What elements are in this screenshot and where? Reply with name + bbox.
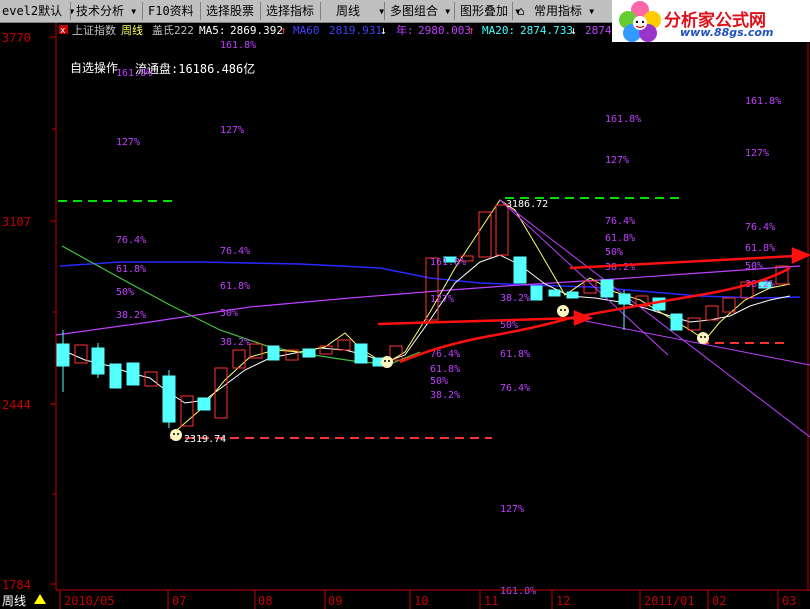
svg-text:50%: 50% [220,308,238,319]
toolbar-item-select-indicator[interactable]: 选择指标 [264,1,314,21]
float-cap-label: 流通盘:16186.486亿 [135,61,255,76]
x-tick-label: 08 [258,594,272,608]
toolbar-item-layout[interactable]: evel2默认 ▼ [0,1,76,21]
price-chart[interactable]: 3770 3107 2444 1784 x 上证指数 周线 盖氏222 MA5:… [0,0,810,609]
flower-logo-icon [619,1,661,42]
svg-text:50%: 50% [116,287,134,298]
svg-text:↑: ↑ [468,24,475,37]
x-tick-label: 10 [414,594,428,608]
indicator-name: 盖氏222 [152,23,194,37]
svg-text:61.8%: 61.8% [745,243,775,254]
y-tick-label: 3770 [2,31,31,45]
toolbar-item-common-indicator[interactable]: 常用指标 ▼ [532,1,596,21]
svg-text:76.4%: 76.4% [605,216,635,227]
smiley-icon [170,429,182,441]
x-tick-label: 03 [782,594,796,608]
svg-text:50%: 50% [500,320,518,331]
svg-text:50%: 50% [745,261,763,272]
y-tick-label: 1784 [2,578,31,592]
smiley-icon [381,356,393,368]
svg-text:↓: ↓ [570,24,577,37]
triangle-down-icon: ▼ [131,7,137,16]
ma5-value: 2869.392 [230,24,283,37]
svg-text:↑: ↑ [280,24,287,37]
x-tick-label: 2011/01 [644,594,695,608]
y-tick-label: 2444 [2,398,31,412]
year-label: 年: [396,23,414,37]
svg-text:76.4%: 76.4% [220,246,250,257]
svg-text:61.8%: 61.8% [220,281,250,292]
svg-text:161.8%: 161.8% [116,68,152,79]
svg-text:61.8%: 61.8% [116,264,146,275]
svg-text:61.8%: 61.8% [430,364,460,375]
svg-text:161.8%: 161.8% [500,586,536,597]
x-tick-label: 02 [712,594,726,608]
site-logo: 分析家公式网 www.88gs.com [612,0,810,42]
svg-text:76.4%: 76.4% [500,383,530,394]
lock-icon[interactable]: ⌂ [514,1,528,21]
x-tick-label: 2010/05 [64,594,115,608]
x-tick-label: 07 [172,594,186,608]
toolbar-item-multi-chart[interactable]: 多图组合 ▼ [388,1,452,21]
logo-url-text: www.88gs.com [680,26,774,39]
svg-text:x: x [60,26,66,36]
info-bar: x 上证指数 周线 盖氏222 MA5: 2869.392 ↑ MA60 281… [59,23,612,37]
y-axis: 3770 3107 2444 1784 [2,31,56,592]
triangle-down-icon: ▼ [589,7,595,16]
svg-text:38.2%: 38.2% [430,390,460,401]
high-price-label: 3186.72 [506,199,548,210]
svg-text:127%: 127% [430,294,454,305]
smiley-icon [697,332,709,344]
ma60-label: MA60 [293,24,320,37]
svg-text:161.8%: 161.8% [745,96,781,107]
ma5-label: MA5: [199,24,226,37]
svg-text:50%: 50% [605,247,623,258]
extra-value: 2874 [585,24,612,37]
year-value: 2980.003 [418,24,471,37]
ma60-value: 2819.931 [329,24,382,37]
ma20-value: 2874.733 [520,24,573,37]
svg-text:38.2%: 38.2% [116,310,146,321]
svg-text:↓: ↓ [380,24,387,37]
svg-text:127%: 127% [605,155,629,166]
toolbar-item-select-stock[interactable]: 选择股票 [204,1,254,21]
toolbar-item-f10[interactable]: F10资料 [146,1,194,21]
ma20-label: MA20: [482,24,515,37]
svg-text:76.4%: 76.4% [116,235,146,246]
plot-frame [55,21,809,591]
period-label: 周线 [121,23,143,37]
index-name: 上证指数 [72,23,116,37]
svg-text:127%: 127% [500,504,524,515]
x-tick-label: 12 [556,594,570,608]
x-tick-label: 09 [328,594,342,608]
period-tab[interactable]: 周线 [2,594,26,608]
svg-text:76.4%: 76.4% [745,222,775,233]
toolbar-item-period[interactable]: 周线 ▼ [334,1,386,21]
y-tick-label: 3107 [2,215,31,229]
svg-text:61.8%: 61.8% [605,233,635,244]
svg-text:161.8%: 161.8% [220,40,256,51]
svg-text:61.8%: 61.8% [500,349,530,360]
triangle-down-icon: ▼ [445,7,451,16]
svg-text:161.8%: 161.8% [605,114,641,125]
toolbar-item-technical[interactable]: 技术分析 ▼ [74,1,138,21]
low-price-label: 2319.74 [184,434,226,445]
self-select-label[interactable]: 自选操作 [70,60,118,75]
svg-text:50%: 50% [430,376,448,387]
x-axis: 2010/05 07 08 09 10 11 12 2011/01 02 03 [56,589,810,609]
svg-text:127%: 127% [116,137,140,148]
svg-text:38.2%: 38.2% [220,337,250,348]
smiley-icon [557,305,569,317]
triangle-up-icon[interactable] [34,594,46,604]
svg-text:161.8%: 161.8% [430,257,466,268]
svg-text:127%: 127% [220,125,244,136]
svg-text:127%: 127% [745,148,769,159]
x-tick-label: 11 [484,594,498,608]
svg-text:38.2%: 38.2% [500,293,530,304]
